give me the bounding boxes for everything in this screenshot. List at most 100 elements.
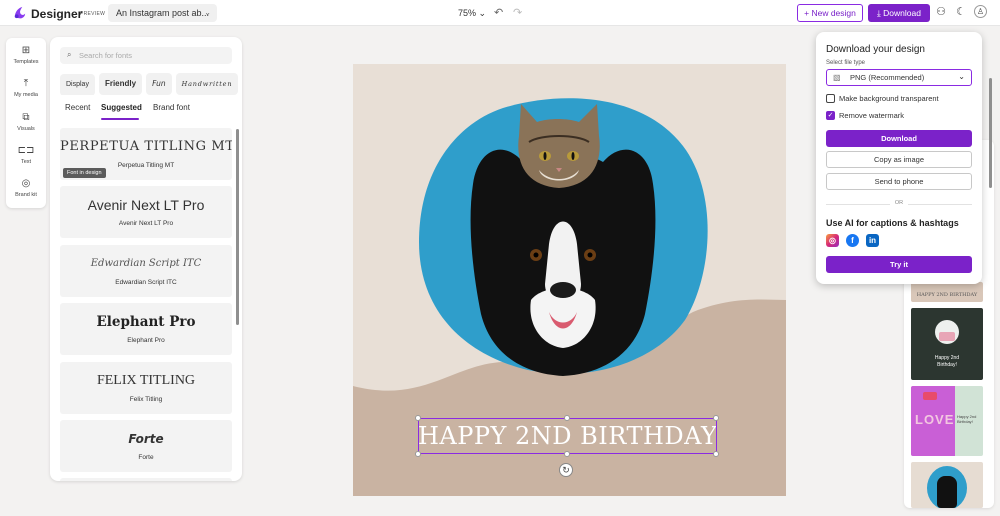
preview-label: PREVIEW [80, 11, 106, 17]
thumbnail-dog-design[interactable] [911, 462, 983, 508]
remove-watermark-checkbox[interactable]: ✓ [826, 111, 835, 120]
rail-item-brand-kit[interactable]: ◎ Brand kit [6, 178, 46, 198]
thumbnail-love-design[interactable]: LOVE Happy 2nd Birthday! [911, 386, 983, 456]
search-icon: ⌕ [67, 50, 72, 59]
font-list-scrollbar[interactable] [236, 129, 239, 325]
font-card-edwardian[interactable]: Edwardian Script ITC Edwardian Script IT… [60, 245, 232, 297]
font-card-avenir[interactable]: Avenir Next LT Pro Avenir Next LT Pro [60, 186, 232, 238]
rail-label: My media [14, 92, 38, 98]
resize-handle-bl[interactable] [415, 451, 421, 457]
linkedin-icon[interactable]: in [866, 234, 879, 247]
document-title-dropdown[interactable]: An Instagram post ab... ⌄ [108, 4, 217, 22]
rail-item-templates[interactable]: ⊞ Templates [6, 45, 46, 65]
resize-handle-bottom[interactable] [564, 451, 570, 457]
tab-recent[interactable]: Recent [65, 103, 90, 112]
chevron-down-icon: ⌄ [478, 8, 487, 18]
rail-label: Text [20, 159, 32, 165]
designer-logo-icon [14, 6, 26, 19]
file-type-value: PNG (Recommended) [850, 73, 925, 82]
ai-captions-title: Use AI for captions & hashtags [826, 218, 959, 228]
font-sample: Avenir Next LT Pro [87, 197, 205, 213]
transparent-background-checkbox[interactable] [826, 94, 835, 103]
font-name: Avenir Next LT Pro [118, 220, 174, 227]
rail-label: Brand kit [15, 192, 37, 198]
font-card-partial[interactable] [60, 478, 232, 481]
suggestions-scrollbar[interactable] [989, 78, 992, 188]
or-text: OR [894, 200, 904, 206]
or-divider: OR [826, 200, 972, 208]
font-name: Edwardian Script ITC [115, 279, 177, 286]
remove-watermark-label: Remove watermark [839, 111, 905, 120]
rotate-icon[interactable]: ↻ [559, 463, 573, 477]
font-category-chips: DisplayFriendlyFunHandwrittenMo [60, 73, 242, 95]
chip-handwritten[interactable]: Handwritten [175, 73, 239, 95]
transparent-background-label: Make background transparent [839, 94, 939, 103]
share-icon[interactable]: ⚇ [934, 5, 948, 19]
designer-helper-icon[interactable]: ☾ [954, 5, 968, 19]
file-type-select[interactable]: ▧ PNG (Recommended) ⌄ [826, 69, 972, 86]
account-icon[interactable]: ♙ [974, 5, 987, 18]
resize-handle-br[interactable] [713, 451, 719, 457]
font-name: Elephant Pro [127, 337, 165, 344]
thumb-dog [937, 476, 957, 508]
font-sample: FELIX TITLING [96, 373, 196, 388]
thumbnail-love-text: LOVE [915, 412, 955, 427]
chip-fun[interactable]: Fun [146, 73, 172, 95]
palette-icon: ◎ [21, 178, 31, 189]
font-sample: PERPETUA TITLING MT [60, 139, 232, 154]
top-bar: Designer PREVIEW An Instagram post ab...… [0, 0, 1000, 26]
font-name: Felix Titling [129, 396, 163, 403]
tab-suggested[interactable]: Suggested [101, 103, 142, 112]
download-panel-title: Download your design [826, 44, 925, 55]
font-search-input[interactable] [79, 49, 224, 62]
templates-icon: ⊞ [21, 45, 31, 56]
download-submit-button[interactable]: Download [826, 130, 972, 147]
design-canvas[interactable]: HAPPY 2ND BIRTHDAY! ↻ [353, 64, 786, 496]
resize-handle-tl[interactable] [415, 415, 421, 421]
resize-handle-tr[interactable] [713, 415, 719, 421]
copy-as-image-button[interactable]: Copy as image [826, 151, 972, 168]
redo-icon[interactable]: ↷ [513, 6, 522, 19]
resize-handle-top[interactable] [564, 415, 570, 421]
font-search: ⌕ [60, 47, 232, 64]
chip-display[interactable]: Display [60, 74, 95, 95]
facebook-icon[interactable]: f [846, 234, 859, 247]
instagram-icon[interactable]: ◎ [826, 234, 839, 247]
thumbnail-caption: HAPPY 2ND BIRTHDAY [916, 292, 978, 298]
send-to-phone-button[interactable]: Send to phone [826, 173, 972, 190]
download-button[interactable]: ⤓ Download [868, 4, 930, 22]
left-rail: ⊞ Templates ⤒ My media ⧉ Visuals ⊏⊐ Text… [6, 38, 46, 208]
rail-label: Templates [13, 59, 39, 65]
upload-icon: ⤒ [23, 78, 29, 89]
tab-brand-font[interactable]: Brand font [153, 103, 190, 112]
rail-item-text[interactable]: ⊏⊐ Text [6, 145, 46, 165]
thumbnail-birthday-banner[interactable]: HAPPY 2ND BIRTHDAY [911, 282, 983, 302]
app-name: Designer [31, 7, 83, 21]
cake-shape [939, 332, 955, 341]
font-name: Forte [138, 454, 154, 461]
zoom-dropdown[interactable]: 75% ⌄ [458, 8, 486, 19]
rail-item-my-media[interactable]: ⤒ My media [6, 78, 46, 98]
image-file-icon: ▧ [833, 73, 841, 82]
font-card-felix[interactable]: FELIX TITLING Felix Titling [60, 362, 232, 414]
font-card-forte[interactable]: Forte Forte [60, 420, 232, 472]
document-title: An Instagram post ab... [116, 8, 210, 18]
rail-label: Visuals [17, 126, 35, 132]
file-type-label: Select file type [826, 60, 866, 66]
divider-line [908, 204, 972, 205]
chip-friendly[interactable]: Friendly [98, 73, 143, 95]
thumbnail-caption: Happy 2nd Birthday! [957, 414, 977, 424]
text-icon: ⊏⊐ [17, 145, 35, 156]
new-design-button[interactable]: + New design [797, 4, 863, 22]
font-in-design-badge: Font in design [63, 168, 106, 178]
font-card-elephant[interactable]: Elephant Pro Elephant Pro [60, 303, 232, 355]
thumbnail-cake-design[interactable]: Happy 2nd Birthday! [911, 308, 983, 380]
try-it-button[interactable]: Try it [826, 256, 972, 273]
download-panel: Download your design Select file type ▧ … [816, 32, 982, 284]
undo-icon[interactable]: ↶ [494, 6, 503, 19]
rail-item-visuals[interactable]: ⧉ Visuals [6, 112, 46, 132]
active-tab-indicator [101, 118, 139, 120]
font-sample: Forte [128, 432, 164, 446]
font-sample: Elephant Pro [96, 314, 196, 330]
selection-box [418, 418, 717, 454]
